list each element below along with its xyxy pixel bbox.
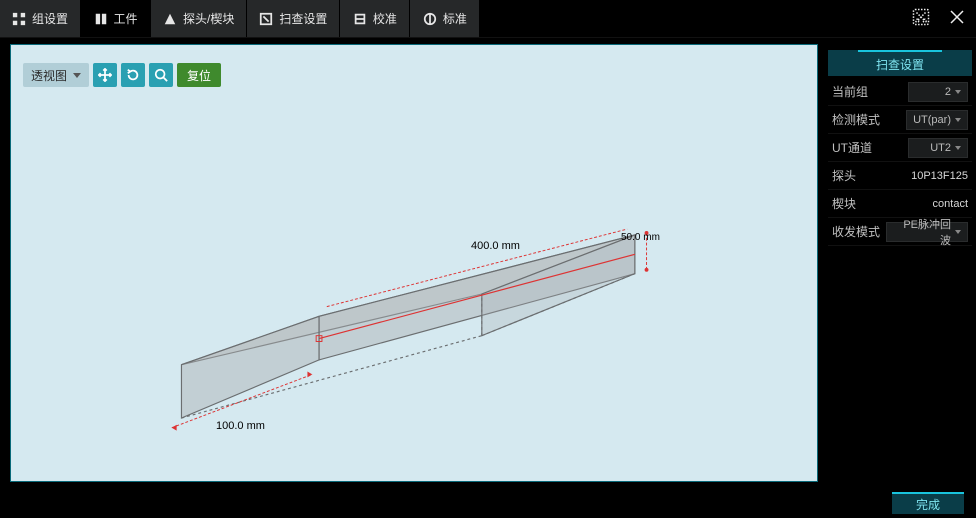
tab-label: 扫查设置 [279, 10, 327, 27]
prop-label: UT通道 [828, 139, 886, 156]
prop-label: 检测模式 [828, 111, 886, 128]
select-value: 2 [945, 86, 951, 98]
prop-label: 楔块 [828, 195, 886, 212]
prop-row-txrx-mode: 收发模式 PE脉冲回波 [828, 218, 972, 246]
tab-group-settings[interactable]: 组设置 [0, 0, 81, 37]
done-button[interactable]: 完成 [892, 492, 964, 514]
prop-row-detect-mode: 检测模式 UT(par) [828, 106, 972, 134]
bottom-bar: 完成 [0, 488, 976, 518]
tab-probe-wedge[interactable]: 探头/楔块 [151, 0, 247, 37]
workpiece-icon [94, 12, 108, 26]
calibrate-icon [353, 12, 367, 26]
select-value: UT(par) [913, 114, 951, 126]
panel-title-text: 扫查设置 [876, 56, 924, 73]
ut-channel-select[interactable]: UT2 [908, 138, 968, 158]
window-controls [902, 0, 976, 37]
current-group-select[interactable]: 2 [908, 82, 968, 102]
snip-icon[interactable] [912, 8, 930, 29]
chevron-down-icon [955, 90, 961, 94]
workpiece-render [11, 45, 817, 481]
tab-label: 工件 [114, 10, 138, 27]
select-value: PE脉冲回波 [893, 216, 951, 248]
chevron-down-icon [955, 146, 961, 150]
standard-icon [423, 12, 437, 26]
prop-label: 探头 [828, 167, 886, 184]
tab-scan-settings[interactable]: 扫查设置 [247, 0, 340, 37]
top-tab-bar: 组设置 工件 探头/楔块 扫查设置 校准 标准 [0, 0, 976, 38]
probe-icon [163, 12, 177, 26]
scan-settings-icon [259, 12, 273, 26]
tab-label: 组设置 [32, 10, 68, 27]
txrx-mode-select[interactable]: PE脉冲回波 [886, 222, 968, 242]
tab-label: 标准 [443, 10, 467, 27]
probe-value: 10P13F125 [911, 170, 968, 182]
tab-label: 校准 [373, 10, 397, 27]
panel-title: 扫查设置 [828, 50, 972, 76]
wedge-value: contact [933, 198, 968, 210]
dim-height-label: 50.0 mm [621, 232, 660, 243]
prop-row-current-group: 当前组 2 [828, 78, 972, 106]
main-area: 透视图 复位 [0, 38, 976, 488]
dim-width-label: 100.0 mm [216, 420, 265, 432]
tab-label: 探头/楔块 [183, 10, 234, 27]
scan-settings-panel: 扫查设置 当前组 2 检测模式 UT(par) UT通道 [824, 38, 976, 488]
dim-length-label: 400.0 mm [471, 240, 520, 252]
prop-label: 收发模式 [828, 223, 886, 240]
prop-row-wedge: 楔块 contact [828, 190, 972, 218]
close-icon[interactable] [948, 8, 966, 29]
settings-grid-icon [12, 12, 26, 26]
tab-workpiece[interactable]: 工件 [81, 0, 151, 37]
prop-label: 当前组 [828, 83, 886, 100]
tab-standard[interactable]: 标准 [410, 0, 480, 37]
detect-mode-select[interactable]: UT(par) [906, 110, 968, 130]
done-label: 完成 [916, 496, 940, 513]
chevron-down-icon [955, 230, 961, 234]
chevron-down-icon [955, 118, 961, 122]
viewport-3d[interactable]: 透视图 复位 [10, 44, 818, 482]
viewport-container: 透视图 复位 [0, 38, 824, 488]
prop-row-probe: 探头 10P13F125 [828, 162, 972, 190]
select-value: UT2 [930, 142, 951, 154]
tab-calibrate[interactable]: 校准 [340, 0, 410, 37]
prop-row-ut-channel: UT通道 UT2 [828, 134, 972, 162]
